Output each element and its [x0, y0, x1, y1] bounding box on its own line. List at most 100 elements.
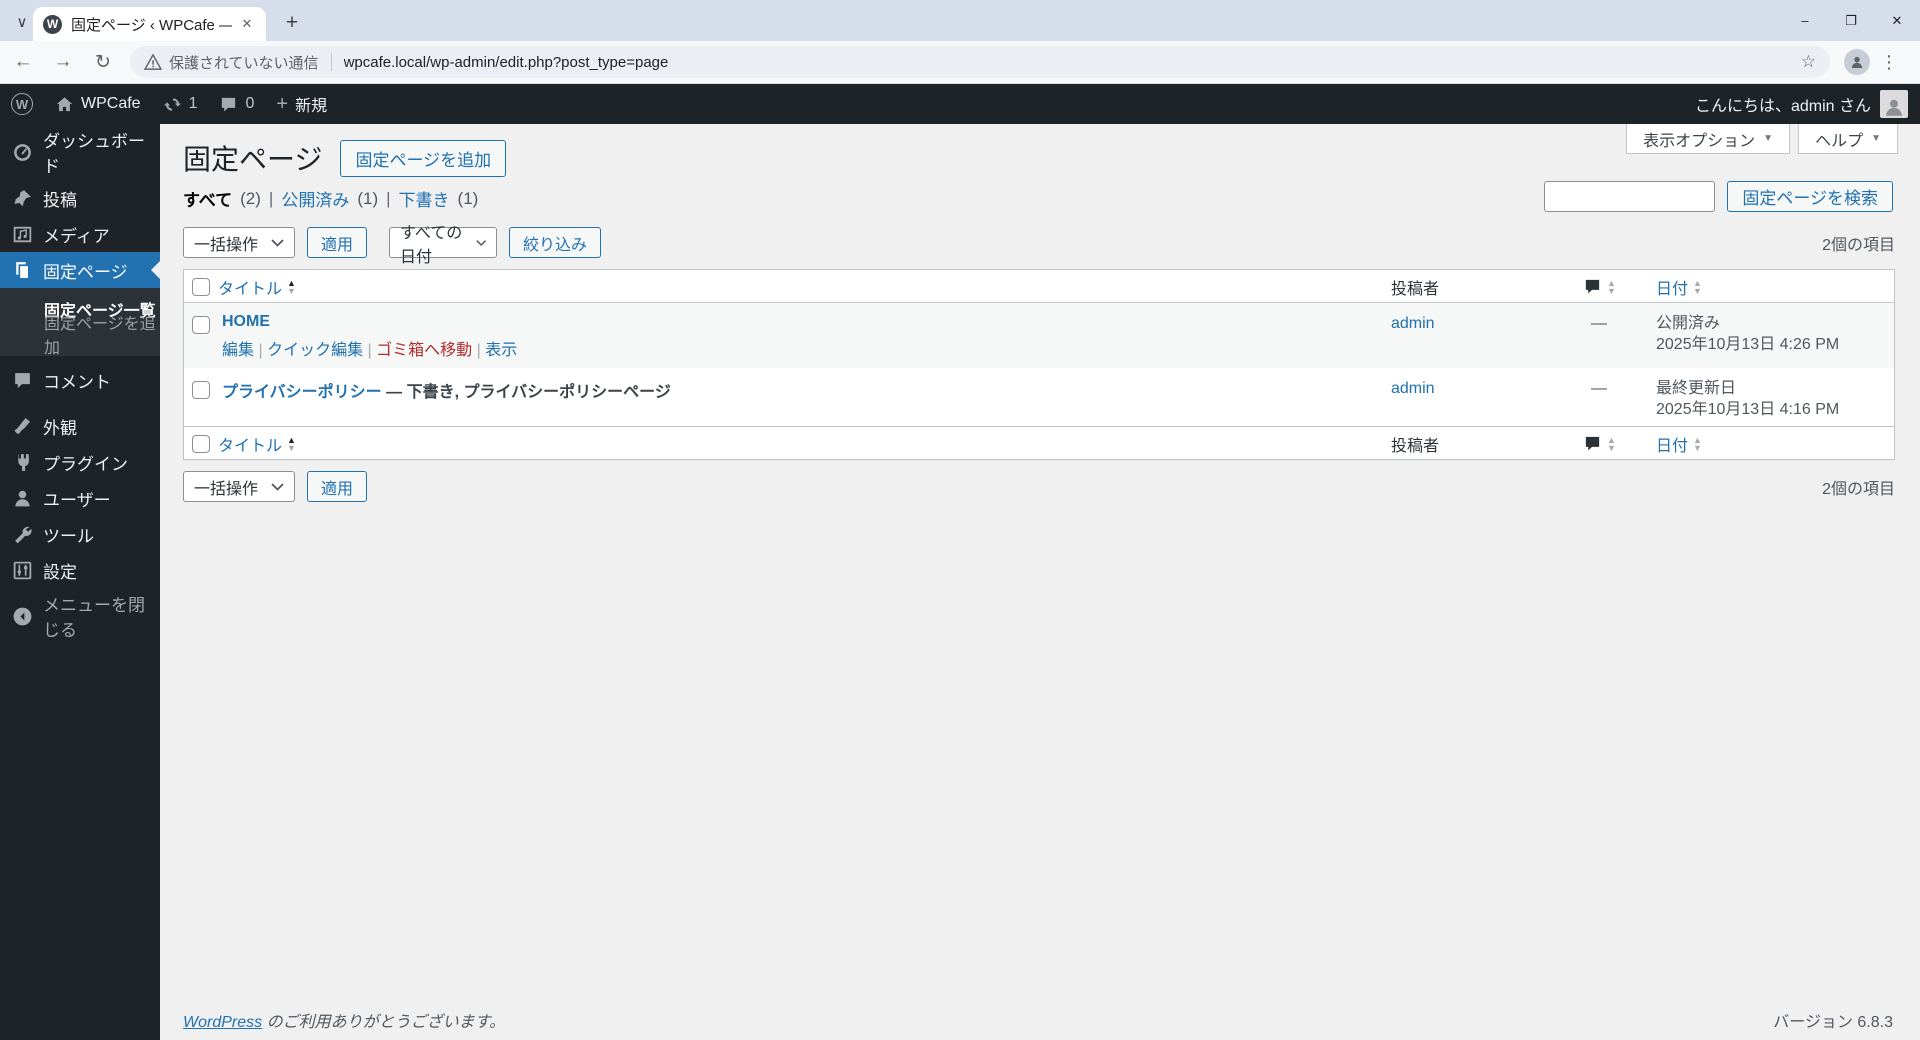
updates-menu[interactable]: 1 [152, 84, 209, 124]
sidebar-item-pages-add[interactable]: 固定ページを追加 [0, 316, 160, 357]
filter-draft-link[interactable]: 下書き [399, 186, 450, 211]
items-count: 2個の項目 [1822, 236, 1895, 254]
sidebar-item-label: ツール [43, 526, 94, 546]
filter-button[interactable]: 絞り込み [509, 227, 602, 258]
items-count: 2個の項目 [1822, 480, 1895, 498]
select-all-checkbox[interactable] [192, 277, 210, 296]
browser-tab[interactable]: W 固定ページ ‹ WPCafe — WordPre ✕ [33, 7, 266, 41]
sidebar-item-dashboard[interactable]: ダッシュボード [0, 132, 160, 176]
sort-by-comments-link[interactable]: ▲ ▼ [1583, 434, 1616, 453]
window-minimize-button[interactable]: – [1782, 0, 1828, 41]
comment-bubble-icon [1585, 436, 1600, 451]
greeting-text[interactable]: こんにちは、admin さん [1695, 92, 1871, 116]
author-link[interactable]: admin [1391, 380, 1435, 397]
edit-link[interactable]: 編集 [222, 342, 254, 359]
browser-profile-avatar[interactable] [1844, 49, 1870, 75]
new-content-menu[interactable]: + 新規 [265, 84, 338, 124]
column-header-title: タイトル [218, 280, 283, 298]
sort-by-title-link[interactable]: タイトル ▲ ▼ [218, 432, 296, 456]
sort-by-date-link[interactable]: 日付 ▲ ▼ [1656, 275, 1702, 299]
pages-submenu: 固定ページ一覧 固定ページを追加 [0, 288, 160, 357]
security-label[interactable]: 保護されていない通信 [169, 52, 319, 73]
sort-arrows-icon: ▲ ▼ [287, 277, 296, 296]
bulk-action-select[interactable]: 一括操作 [183, 227, 295, 258]
pages-icon [16, 261, 30, 280]
browser-menu-icon[interactable]: ⋮ [1880, 52, 1898, 73]
filter-all-link[interactable]: すべて [183, 186, 232, 211]
site-name-menu[interactable]: WPCafe [44, 84, 152, 124]
filter-separator: | [268, 188, 274, 208]
sort-by-title-link[interactable]: タイトル ▲ ▼ [218, 275, 296, 299]
page-title-link[interactable]: プライバシーポリシー [222, 384, 382, 401]
sort-by-date-link[interactable]: 日付 ▲ ▼ [1656, 432, 1702, 456]
wp-logo-menu[interactable]: W [0, 84, 44, 124]
forward-button[interactable]: → [46, 45, 80, 79]
apply-button[interactable]: 適用 [307, 471, 368, 502]
bulk-action-select[interactable]: 一括操作 [183, 471, 295, 502]
sidebar-item-label: プラグイン [43, 454, 128, 474]
reload-button[interactable]: ↻ [86, 45, 120, 79]
pages-list-table: タイトル ▲ ▼ 投稿者 ▲ ▼ 日付 ▲ ▼ HOME 編集 | クイック編集… [183, 269, 1895, 460]
not-secure-warning-icon [144, 54, 162, 70]
apply-button[interactable]: 適用 [307, 227, 368, 258]
screen-options-label: 表示オプション [1643, 132, 1756, 150]
wp-admin-bar: W WPCafe 1 0 + 新規 こんにちは、admin さん [0, 84, 1920, 124]
row-checkbox[interactable] [192, 381, 210, 399]
search-input[interactable] [1544, 181, 1716, 212]
browser-tab-strip: ∨ W 固定ページ ‹ WPCafe — WordPre ✕ + – ❐ ✕ [0, 0, 1920, 41]
sidebar-item-tools[interactable]: ツール [0, 516, 160, 552]
window-close-button[interactable]: ✕ [1874, 0, 1920, 41]
comment-count-cell: — [1591, 315, 1607, 332]
footer-thanks-text: のご利用ありがとうございます。 [262, 1014, 505, 1031]
screen-options-button[interactable]: 表示オプション ▼ [1626, 124, 1791, 154]
page-title-link[interactable]: HOME [222, 313, 270, 330]
sidebar-item-label: コメント [43, 372, 111, 392]
filter-label: 下書き [398, 191, 450, 210]
wordpress-link[interactable]: WordPress [183, 1014, 262, 1031]
post-state: — 下書き, プライバシーポリシーページ [381, 384, 671, 401]
sidebar-item-appearance[interactable]: 外観 [0, 408, 160, 444]
sort-by-comments-link[interactable]: ▲ ▼ [1583, 277, 1616, 296]
author-link[interactable]: admin [1391, 315, 1435, 332]
sidebar-item-media[interactable]: メディア [0, 216, 160, 252]
user-avatar[interactable] [1880, 90, 1908, 118]
sidebar-item-comments[interactable]: コメント [0, 362, 160, 398]
filter-count: (2) [240, 188, 261, 208]
url-text[interactable]: wpcafe.local/wp-admin/edit.php?post_type… [344, 54, 1793, 71]
sidebar-item-settings[interactable]: 設定 [0, 552, 160, 588]
filter-published-link[interactable]: 公開済み [281, 186, 349, 211]
sidebar-item-pages[interactable]: 固定ページ [0, 252, 160, 288]
comment-bubble-icon [222, 97, 236, 111]
date-filter-select[interactable]: すべての日付 [389, 225, 498, 266]
menu-separator [0, 398, 160, 408]
sidebar-item-plugins[interactable]: プラグイン [0, 444, 160, 480]
help-button[interactable]: ヘルプ ▼ [1798, 124, 1898, 154]
user-icon [15, 490, 30, 506]
date-filter-label: すべての日付 [400, 224, 463, 266]
tab-search-button[interactable]: ∨ [8, 10, 36, 34]
site-name: WPCafe [81, 95, 141, 112]
tab-close-icon[interactable]: ✕ [238, 15, 256, 33]
wordpress-favicon-icon: W [43, 14, 62, 34]
sidebar-item-label: メニューを閉じる [43, 596, 145, 640]
window-maximize-button[interactable]: ❐ [1828, 0, 1874, 41]
chevron-down-icon: ▼ [1763, 133, 1774, 144]
search-pages-button[interactable]: 固定ページを検索 [1727, 181, 1893, 212]
omnibox-divider [330, 53, 332, 71]
back-button[interactable]: ← [6, 45, 40, 79]
filter-label: 公開済み [281, 191, 350, 210]
view-link[interactable]: 表示 [485, 342, 517, 359]
quick-edit-link[interactable]: クイック編集 [267, 342, 363, 359]
collapse-menu-button[interactable]: メニューを閉じる [0, 596, 160, 640]
add-page-button[interactable]: 固定ページを追加 [340, 139, 507, 177]
bookmark-star-icon[interactable]: ☆ [1801, 52, 1816, 72]
sidebar-item-posts[interactable]: 投稿 [0, 180, 160, 216]
sidebar-item-users[interactable]: ユーザー [0, 480, 160, 516]
comments-menu[interactable]: 0 [208, 84, 265, 124]
address-bar[interactable]: 保護されていない通信 wpcafe.local/wp-admin/edit.ph… [130, 46, 1830, 78]
select-all-checkbox[interactable] [192, 434, 210, 453]
new-tab-button[interactable]: + [278, 9, 306, 37]
row-checkbox[interactable] [192, 316, 210, 334]
filter-count: (1) [357, 188, 379, 208]
trash-link[interactable]: ゴミ箱へ移動 [376, 342, 472, 359]
